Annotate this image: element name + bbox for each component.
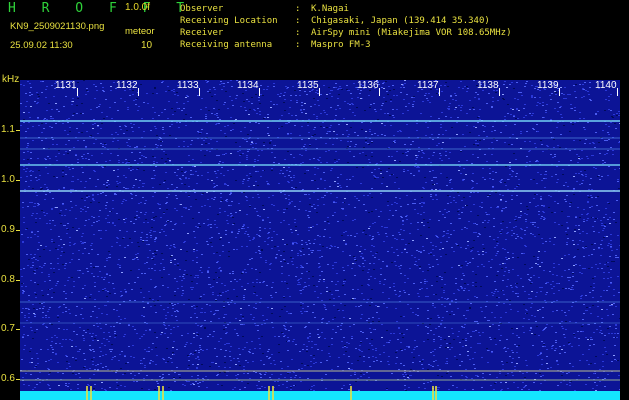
info-row-location: Receiving Location: Chigasaki, Japan (139… — [180, 16, 490, 26]
x-tick-label: 1134 — [237, 80, 259, 91]
meteor-label: meteor — [125, 26, 155, 37]
x-tick-mark — [138, 88, 139, 96]
x-tick-mark — [199, 88, 200, 96]
x-tick-label: 1132 — [116, 80, 138, 91]
meteor-tick — [162, 386, 164, 400]
noise-speckle — [20, 80, 620, 393]
x-tick-label: 1140 — [595, 80, 617, 91]
meteor-tick — [86, 386, 88, 400]
x-tick-mark — [559, 88, 560, 96]
x-tick-label: 1135 — [297, 80, 319, 91]
x-tick-mark — [379, 88, 380, 96]
x-tick-label: 1139 — [537, 80, 559, 91]
x-tick-label: 1137 — [417, 80, 439, 91]
observation-datetime: 25.09.02 11:30 — [10, 40, 73, 51]
baseline-band — [20, 391, 620, 400]
x-tick-mark — [319, 88, 320, 96]
info-row-receiver: Receiver: AirSpy mini (Miakejima VOR 108.… — [180, 28, 512, 38]
meteor-tick — [350, 386, 352, 400]
version-label: 1.0.0f — [125, 2, 151, 13]
x-tick-mark — [259, 88, 260, 96]
meteor-tick — [272, 386, 274, 400]
meteor-count: 10 — [141, 40, 153, 51]
app-title: H R O F F T — [8, 1, 194, 16]
meteor-tick — [432, 386, 434, 400]
info-row-antenna: Receiving antenna: Maspro FM-3 — [180, 40, 371, 50]
y-tick-label: 1.1 — [1, 124, 15, 135]
y-tick-label: 1.0 — [1, 174, 15, 185]
y-tick-label: 0.6 — [1, 373, 15, 384]
x-tick-mark — [617, 88, 618, 96]
x-tick-mark — [439, 88, 440, 96]
info-row-observer: Observer: K.Nagai — [180, 4, 349, 14]
y-tick-label: 0.8 — [1, 274, 15, 285]
x-tick-label: 1133 — [177, 80, 199, 91]
x-tick-mark — [499, 88, 500, 96]
x-tick-label: 1136 — [357, 80, 379, 91]
file-name: KN9_2509021130.png — [10, 21, 105, 32]
meteor-tick — [435, 386, 437, 400]
waterfall-spectrogram — [20, 80, 620, 400]
x-tick-mark — [77, 88, 78, 96]
x-tick-label: 1131 — [55, 80, 77, 91]
x-tick-label: 1138 — [477, 80, 499, 91]
y-tick-label: 0.7 — [1, 323, 15, 334]
right-border — [620, 80, 629, 400]
header-panel: H R O F F T 1.0.0f KN9_2509021130.png me… — [0, 0, 629, 76]
station-info: Observer: K.Nagai Receiving Location: Chig… — [180, 3, 511, 51]
y-axis-unit: kHz — [2, 74, 20, 85]
meteor-tick — [158, 386, 160, 400]
meteor-tick — [268, 386, 270, 400]
meteor-tick — [90, 386, 92, 400]
waterfall-canvas — [20, 80, 620, 400]
y-tick-label: 0.9 — [1, 224, 15, 235]
